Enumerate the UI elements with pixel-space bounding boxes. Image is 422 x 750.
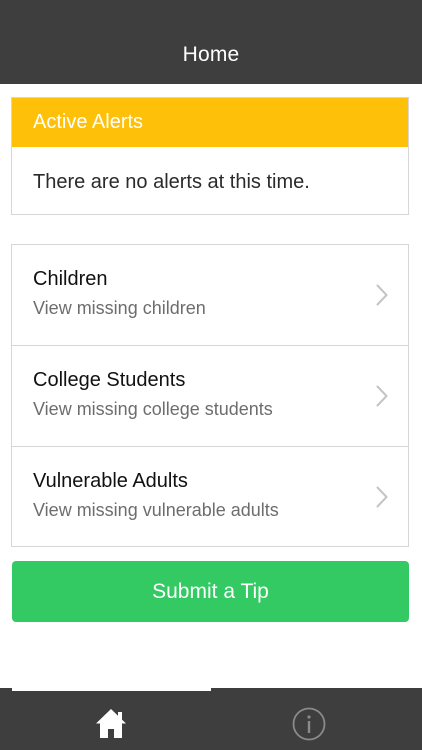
active-alerts-header: Active Alerts: [12, 98, 408, 147]
list-item-subtitle: View missing children: [33, 298, 206, 318]
active-alerts-card: Active Alerts There are no alerts at thi…: [11, 97, 409, 215]
chevron-right-icon: [376, 385, 388, 407]
chevron-right-icon: [376, 284, 388, 306]
info-icon: [292, 707, 326, 741]
tab-bar: [0, 688, 422, 750]
page-title: Home: [182, 43, 240, 66]
submit-tip-button[interactable]: Submit a Tip: [12, 561, 409, 622]
tab-home[interactable]: [0, 691, 211, 750]
main-content: Active Alerts There are no alerts at thi…: [0, 84, 422, 688]
list-item-college-students[interactable]: College Students View missing college st…: [12, 346, 408, 447]
list-item-title: Children: [33, 268, 108, 290]
tab-info[interactable]: [211, 691, 422, 750]
alerts-message: There are no alerts at this time.: [33, 171, 310, 193]
list-item-children[interactable]: Children View missing children: [12, 245, 408, 346]
list-item-title: Vulnerable Adults: [33, 470, 188, 492]
chevron-right-icon: [376, 486, 388, 508]
list-item-vulnerable-adults[interactable]: Vulnerable Adults View missing vulnerabl…: [12, 447, 408, 547]
home-icon: [96, 709, 126, 738]
category-list: Children View missing children College S…: [11, 244, 409, 547]
list-item-subtitle: View missing college students: [33, 399, 273, 419]
list-item-subtitle: View missing vulnerable adults: [33, 500, 279, 520]
list-item-title: College Students: [33, 369, 186, 391]
navigation-bar: Home: [0, 0, 422, 84]
